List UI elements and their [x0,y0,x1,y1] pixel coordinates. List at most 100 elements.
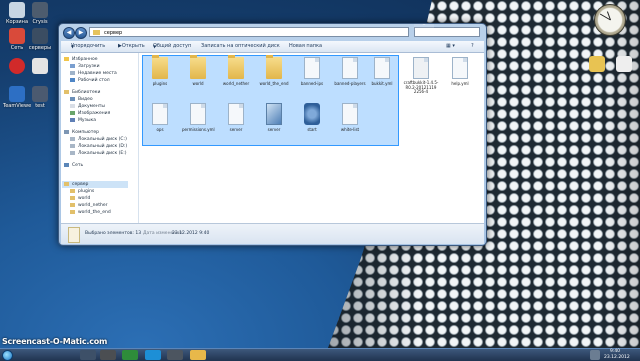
nav-network[interactable]: Сеть [64,162,83,169]
app-icon [32,28,48,44]
nav-tree-server[interactable]: сервер [62,181,128,188]
start-button[interactable] [2,350,13,361]
video-icon [70,96,75,101]
file-list[interactable]: plugins world world_nether world_the_end… [139,53,484,223]
document-icon [228,103,244,125]
nav-disk-c[interactable]: Локальный диск (C:) [70,136,127,143]
network-icon [9,28,25,44]
nav-video[interactable]: Видео [70,96,93,103]
document-icon [190,103,206,125]
burn-button[interactable]: Записать на оптический диск [201,41,280,52]
nav-desktop[interactable]: Рабочий стол [70,77,110,84]
open-button[interactable]: ▶ Открыть [118,41,145,52]
desktop-icon-crysis[interactable]: Crysis [26,2,54,25]
taskbar-explorer[interactable] [190,350,206,360]
command-bar: Упорядочить ▼ ▶ Открыть Общий доступ ▼ З… [61,41,484,53]
nav-computer[interactable]: Компьютер [64,129,99,136]
file-item-permissions-yml[interactable]: permissions.yml [182,101,215,139]
file-item-world[interactable]: world [182,55,214,93]
file-item-server-properties[interactable]: server [220,101,252,139]
folder-icon [266,55,282,79]
music-icon [70,117,75,122]
document-icon [342,57,358,79]
address-bar[interactable]: сервер [89,27,409,37]
taskbar: 9:40 23.12.2012 [0,348,640,361]
file-item-white-list[interactable]: white-list [334,101,366,139]
file-item-banned-players[interactable]: banned-players [334,55,366,93]
tray-clock[interactable]: 9:40 23.12.2012 [604,349,630,361]
file-item-craftbukkit-jar[interactable]: craftbukkit-1.4.5-R0.2-20121119 2256-4 [403,55,439,94]
help-button[interactable]: ? [471,41,474,52]
nav-disk-e[interactable]: Локальный диск (E:) [70,150,127,157]
document-icon [452,57,468,79]
drive-icon [70,150,75,155]
folder-icon [70,209,75,214]
desktop-icon-servers[interactable]: серверы [26,28,54,51]
file-item-server-log[interactable]: server [258,101,290,139]
gear-icon [304,103,320,125]
view-options-button[interactable]: ▦ ▾ [446,41,455,52]
folder-icon [589,56,605,72]
app-icon [9,86,25,102]
watermark: Screencast-O-Matic.com [2,337,108,346]
file-item-start[interactable]: start [296,101,328,139]
folder-icon [70,195,75,200]
folder-icon [190,55,206,79]
nav-favorites[interactable]: Избранное [64,56,98,63]
file-item-ops[interactable]: ops [144,101,176,139]
document-icon [152,103,168,125]
desktop-icon-test[interactable]: test [26,86,54,109]
application-icon [266,103,282,125]
file-item-banned-ips[interactable]: banned-ips [296,55,328,93]
desktop-icon [70,77,75,82]
folder-icon [93,30,100,35]
file-item-plugins[interactable]: plugins [144,55,176,93]
file-item-help-yml[interactable]: help.yml [444,55,476,93]
explorer-window[interactable]: ◀ ▶ сервер – Упорядочить ▼ ▶ Открыть Общ… [58,23,487,246]
folder-icon [228,55,244,79]
recent-icon [70,70,75,75]
nav-libraries[interactable]: Библиотеки [64,89,100,96]
clock-gadget[interactable] [594,4,626,36]
nav-tree-world-nether[interactable]: world_nether [70,202,108,209]
taskbar-skype[interactable] [145,350,161,360]
desktop: Корзина Crysis Сеть серверы TeamViewer t… [0,0,640,348]
file-item-bukkit-yml[interactable]: bukkit.yml [366,55,398,93]
forward-button[interactable]: ▶ [75,27,87,39]
taskbar-app-2[interactable] [100,350,116,360]
computer-icon [64,129,69,134]
nav-recent[interactable]: Недавние места [70,70,117,77]
document-icon [304,57,320,79]
app-icon [9,58,25,74]
tray-icons[interactable] [590,350,600,360]
app-icon [32,2,48,18]
network-icon [64,162,69,167]
taskbar-app-5[interactable] [167,350,183,360]
nav-documents[interactable]: Документы [70,103,105,110]
desktop-icon-5[interactable] [26,58,54,74]
nav-tree-world-the-end[interactable]: world_the_end [70,209,111,216]
nav-disk-d[interactable]: Локальный диск (D:) [70,143,127,150]
minimize-button[interactable]: – [414,24,434,30]
star-icon [64,56,69,61]
file-item-world-the-end[interactable]: world_the_end [258,55,290,93]
document-icon [342,103,358,125]
back-button[interactable]: ◀ [63,27,75,39]
taskbar-utorrent[interactable] [122,350,138,360]
folder-icon [64,181,69,186]
recycle-bin-icon [9,2,25,18]
new-folder-button[interactable]: Новая папка [289,41,322,52]
nav-downloads[interactable]: Загрузки [70,63,100,70]
desktop-icon-right-2[interactable] [610,56,638,72]
nav-tree-world[interactable]: world [70,195,90,202]
desktop-icon-right-1[interactable] [583,56,611,72]
download-icon [70,63,75,68]
window-titlebar[interactable]: ◀ ▶ сервер – [59,24,486,39]
taskbar-app-1[interactable] [80,350,96,360]
nav-music[interactable]: Музыка [70,117,96,124]
details-pane: Выбрано элементов: 13 Дата изменения: 23… [61,223,484,244]
folder-icon [152,55,168,79]
nav-images[interactable]: Изображения [70,110,110,117]
nav-tree-plugins[interactable]: plugins [70,188,94,195]
file-item-world-nether[interactable]: world_nether [220,55,252,93]
